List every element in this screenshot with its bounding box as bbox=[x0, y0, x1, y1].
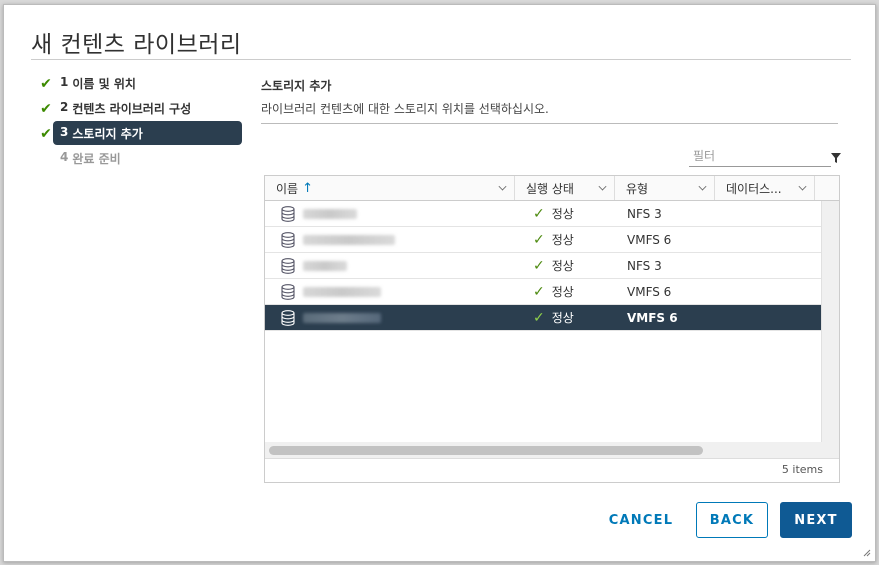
datastore-name bbox=[303, 286, 381, 297]
datastore-icon bbox=[281, 257, 295, 274]
datastore-grid: 이름 ↑ 실행 상태 유형 데이터스... ✓ 정상 NFS 3 ✓ 정상 VM… bbox=[264, 175, 840, 483]
grid-footer: 5 items bbox=[265, 458, 839, 482]
step-label: 컨텐츠 라이브러리 구성 bbox=[72, 102, 192, 116]
datastore-name bbox=[303, 260, 347, 271]
chevron-down-icon[interactable] bbox=[698, 182, 707, 191]
column-header-status[interactable]: 실행 상태 bbox=[515, 176, 615, 200]
sort-ascending-icon: ↑ bbox=[302, 180, 313, 196]
table-row[interactable]: ✓ 정상 VMFS 6 bbox=[265, 227, 822, 253]
check-icon: ✓ bbox=[533, 231, 545, 248]
type-text: VMFS 6 bbox=[627, 310, 678, 325]
resize-handle-icon[interactable] bbox=[863, 549, 871, 557]
datastore-name bbox=[303, 312, 381, 323]
cancel-button[interactable]: CANCEL bbox=[602, 502, 680, 538]
column-header-datastore[interactable]: 데이터스... bbox=[715, 176, 815, 200]
grid-body: ✓ 정상 NFS 3 ✓ 정상 VMFS 6 ✓ 정상 NFS 3 ✓ 정상 V… bbox=[265, 201, 839, 441]
section-description: 라이브러리 컨텐츠에 대한 스토리지 위치를 선택하십시오. bbox=[261, 102, 549, 116]
filter-icon[interactable] bbox=[831, 153, 841, 163]
table-row[interactable]: ✓ 정상 NFS 3 bbox=[265, 201, 822, 227]
back-button[interactable]: BACK bbox=[696, 502, 768, 538]
item-count: 5 items bbox=[781, 463, 823, 476]
column-header-name[interactable]: 이름 ↑ bbox=[265, 176, 515, 200]
datastore-icon bbox=[281, 309, 295, 326]
step-number: 1 bbox=[60, 75, 69, 89]
next-button[interactable]: NEXT bbox=[780, 502, 852, 538]
column-label: 데이터스... bbox=[726, 181, 782, 196]
check-icon: ✓ bbox=[533, 205, 545, 222]
chevron-down-icon[interactable] bbox=[498, 182, 507, 191]
section-title: 스토리지 추가 bbox=[261, 79, 332, 93]
filter-input[interactable] bbox=[689, 147, 819, 165]
step-label: 완료 준비 bbox=[72, 152, 121, 166]
type-text: VMFS 6 bbox=[627, 232, 672, 247]
check-icon: ✓ bbox=[533, 309, 545, 326]
column-label: 유형 bbox=[626, 181, 649, 196]
grid-header: 이름 ↑ 실행 상태 유형 데이터스... bbox=[265, 176, 839, 201]
title-divider bbox=[31, 59, 851, 60]
dialog-title: 새 컨텐츠 라이브러리 bbox=[31, 32, 242, 58]
status-text: 정상 bbox=[551, 285, 574, 299]
horizontal-scrollbar[interactable] bbox=[265, 442, 839, 458]
status-text: 정상 bbox=[551, 233, 574, 247]
filter-field[interactable] bbox=[689, 145, 831, 167]
scrollbar-thumb[interactable] bbox=[269, 446, 703, 455]
check-icon: ✔ bbox=[40, 125, 52, 142]
step-label: 이름 및 위치 bbox=[72, 77, 136, 91]
step-number: 4 bbox=[60, 150, 69, 164]
check-icon: ✔ bbox=[40, 75, 52, 92]
status-text: 정상 bbox=[551, 207, 574, 221]
type-text: NFS 3 bbox=[627, 258, 662, 273]
datastore-name bbox=[303, 234, 395, 245]
check-icon: ✓ bbox=[533, 257, 545, 274]
column-header-type[interactable]: 유형 bbox=[615, 176, 715, 200]
table-row[interactable]: ✓ 정상 VMFS 6 bbox=[265, 279, 822, 305]
type-text: NFS 3 bbox=[627, 206, 662, 221]
table-row-selected[interactable]: ✓ 정상 VMFS 6 bbox=[265, 305, 822, 331]
status-text: 정상 bbox=[551, 259, 574, 273]
status-text: 정상 bbox=[551, 311, 574, 325]
check-icon: ✔ bbox=[40, 100, 52, 117]
vertical-scrollbar[interactable] bbox=[821, 201, 839, 443]
column-label: 이름 bbox=[276, 181, 299, 196]
datastore-name bbox=[303, 208, 357, 219]
table-row[interactable]: ✓ 정상 NFS 3 bbox=[265, 253, 822, 279]
step-label: 스토리지 추가 bbox=[72, 127, 143, 141]
type-text: VMFS 6 bbox=[627, 284, 672, 299]
wizard-steps: ✔ 1 이름 및 위치 ✔ 2 컨텐츠 라이브러리 구성 ✔ 3 스토리지 추가 4완… bbox=[34, 71, 244, 171]
step-number: 2 bbox=[60, 100, 69, 114]
check-icon: ✓ bbox=[533, 283, 545, 300]
step-name-location[interactable]: ✔ 1 이름 및 위치 bbox=[34, 71, 244, 96]
datastore-icon bbox=[281, 231, 295, 248]
step-content: 스토리지 추가 라이브러리 컨텐츠에 대한 스토리지 위치를 선택하십시오. 이… bbox=[261, 77, 841, 483]
column-label: 실행 상태 bbox=[526, 181, 574, 196]
step-configure-library[interactable]: ✔ 2 컨텐츠 라이브러리 구성 bbox=[34, 96, 244, 121]
chevron-down-icon[interactable] bbox=[798, 182, 807, 191]
new-content-library-dialog: 새 컨텐츠 라이브러리 ✔ 1 이름 및 위치 ✔ 2 컨텐츠 라이브러리 구성 ✔… bbox=[3, 4, 876, 562]
chevron-down-icon[interactable] bbox=[598, 182, 607, 191]
datastore-icon bbox=[281, 283, 295, 300]
section-divider bbox=[261, 123, 838, 124]
step-add-storage[interactable]: ✔ 3 스토리지 추가 bbox=[34, 121, 244, 146]
step-ready-to-complete: 4 완료 준비 bbox=[34, 146, 244, 171]
datastore-icon bbox=[281, 205, 295, 222]
step-number: 3 bbox=[60, 125, 69, 139]
